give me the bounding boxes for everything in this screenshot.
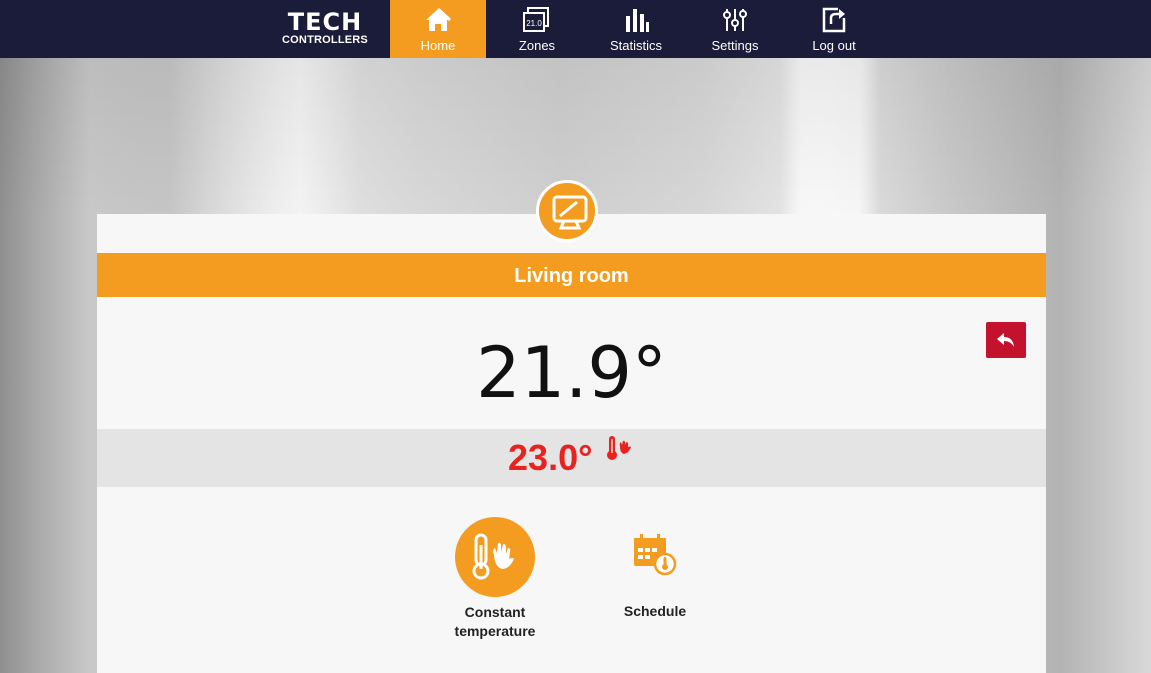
set-temperature-value: 23.0° (508, 437, 593, 478)
statistics-icon (588, 6, 684, 36)
constant-temperature-label: Constant temperature (440, 603, 550, 641)
nav-statistics-label: Statistics (609, 38, 662, 53)
tech-controllers-logo: TECH CONTROLLERS (278, 10, 372, 50)
zone-title-bar: Living room (97, 253, 1046, 297)
set-temperature-band[interactable]: 23.0° (97, 429, 1046, 487)
nav-zones-label: Zones (518, 38, 556, 53)
nav-logout[interactable]: Log out (786, 0, 882, 58)
constant-temperature-label-line1: Constant (464, 604, 526, 620)
nav-logout-label: Log out (812, 38, 856, 53)
monitor-icon (536, 180, 598, 242)
nav-home-label: Home (420, 38, 456, 53)
home-icon (390, 6, 486, 36)
nav-zones[interactable]: 21.0 Zones (489, 0, 585, 58)
nav-home[interactable]: Home (390, 0, 486, 58)
thermometer-hand-icon (455, 517, 535, 597)
nav-statistics[interactable]: Statistics (588, 0, 684, 58)
nav-settings-label: Settings (711, 38, 759, 53)
top-navigation-bar: TECH CONTROLLERS Home 21.0 Zones Statist… (0, 0, 1151, 58)
zones-icon: 21.0 (489, 6, 585, 36)
thermometer-hand-icon (605, 429, 635, 487)
logo-main-text: TECH (287, 8, 363, 36)
zones-icon-text: 21.0 (526, 19, 542, 28)
constant-temperature-label-line2: temperature (454, 623, 536, 639)
logout-icon (786, 6, 882, 36)
calendar-icon (625, 518, 685, 578)
constant-temperature-button[interactable]: Constant temperature (440, 517, 550, 641)
schedule-button[interactable]: Schedule (605, 518, 705, 621)
nav-settings[interactable]: Settings (687, 0, 783, 58)
logo-sub-text: CONTROLLERS (282, 34, 368, 46)
current-temperature: 21.9° (476, 332, 667, 414)
zone-title: Living room (514, 265, 629, 287)
schedule-label: Schedule (623, 603, 687, 619)
settings-icon (687, 6, 783, 36)
